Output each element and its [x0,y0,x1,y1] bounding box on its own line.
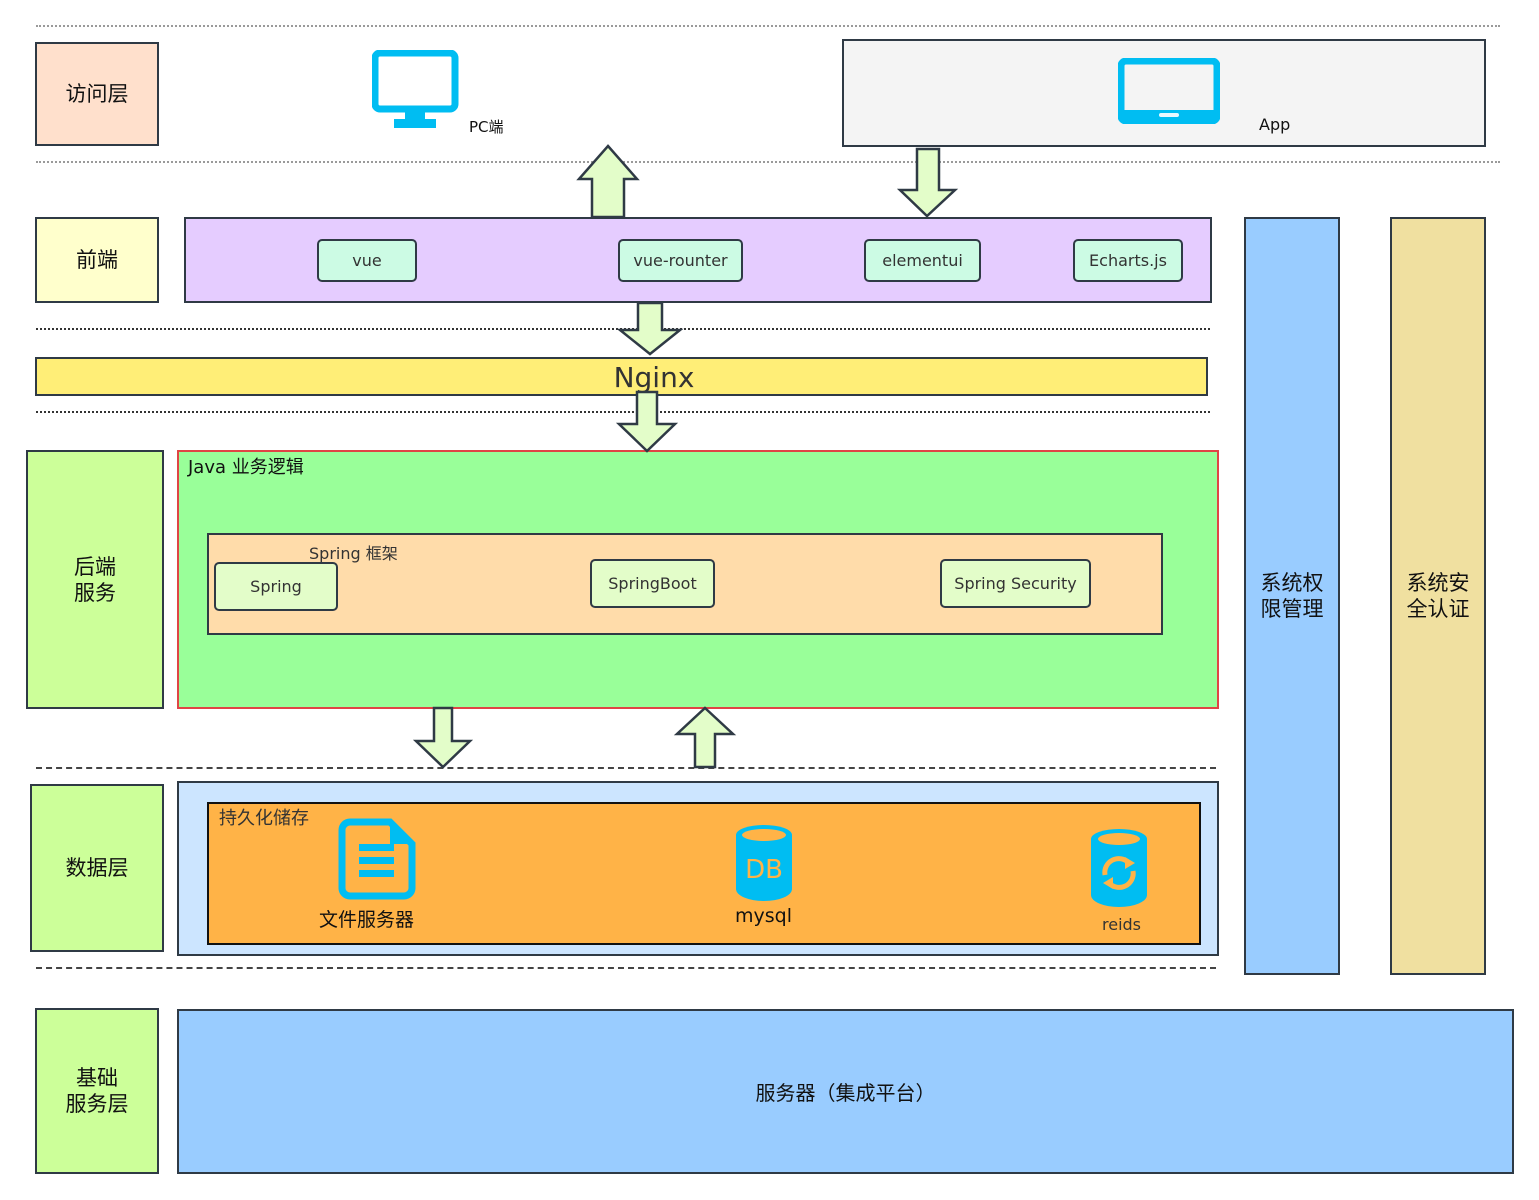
file-server-label: 文件服务器 [319,909,415,931]
arrow-up-icon [673,706,737,769]
security-authentication: 系统安 全认证 [1390,217,1486,975]
layer-label-frontend: 前端 [35,217,159,303]
layer-label-text: 访问层 [65,82,129,106]
layer-label-access: 访问层 [35,42,159,146]
frontend-item-elementui: elementui [864,239,981,282]
spring-item-label: Spring Security [954,574,1077,593]
database-sync-icon [1091,829,1147,907]
java-business-logic: Java 业务逻辑 Spring 框架 Spring SpringBoot Sp… [177,450,1219,709]
frontend-item-label: vue [352,251,382,270]
layer-label-text: 数据层 [65,856,129,880]
mysql-label: mysql [735,905,792,927]
frontend-band: vue vue-rounter elementui Echarts.js [184,217,1212,303]
data-outer-panel: 持久化储存 文件服务器 DB mysql reids [177,781,1219,956]
spring-item-security: Spring Security [940,559,1091,608]
tablet-icon [1118,58,1220,124]
layer-label-text: 后端 服务 [74,554,116,605]
permission-management: 系统权 限管理 [1244,217,1340,975]
arrow-down-icon [896,147,959,218]
layer-label-infra: 基础 服务层 [35,1008,159,1174]
separator-line [36,25,1500,27]
redis-label: reids [1102,915,1142,934]
spring-framework-title: Spring 框架 [309,544,398,563]
frontend-item-echarts: Echarts.js [1073,239,1183,282]
separator-line [36,161,1500,163]
pc-client: PC端 [372,50,512,140]
arrow-down-icon [616,301,684,356]
arrow-up-icon [576,144,640,219]
pc-label: PC端 [469,118,504,136]
spring-item-springboot: SpringBoot [590,559,715,608]
separator-line [36,967,1216,969]
persistent-storage: 持久化储存 文件服务器 DB mysql reids [207,802,1201,945]
frontend-item-vue: vue [317,239,417,282]
permission-management-label: 系统权 限管理 [1260,571,1324,621]
arrow-down-icon [412,706,474,769]
persistent-storage-title: 持久化储存 [219,808,309,829]
monitor-icon [372,50,459,128]
layer-label-data: 数据层 [30,784,164,952]
layer-label-text: 前端 [76,248,118,272]
nginx-label: Nginx [613,361,695,394]
layer-label-text: 基础 服务层 [65,1066,129,1116]
spring-framework: Spring 框架 Spring SpringBoot Spring Secur… [207,533,1163,635]
spring-item-label: SpringBoot [608,574,697,593]
frontend-item-vue-router: vue-rounter [618,239,743,282]
arrow-down-icon [615,390,679,453]
document-icon [338,818,416,900]
security-authentication-label: 系统安 全认证 [1406,571,1470,621]
frontend-item-label: elementui [882,251,963,270]
server-platform: 服务器（集成平台） [177,1009,1514,1174]
layer-label-backend: 后端 服务 [26,450,164,709]
database-icon-text: DB [745,855,783,885]
server-platform-label: 服务器（集成平台） [755,1081,936,1105]
spring-item-spring: Spring [214,562,338,611]
frontend-item-label: vue-rounter [633,251,728,270]
database-icon: DB [736,825,792,901]
app-label: App [1259,115,1291,134]
spring-item-label: Spring [250,577,302,596]
frontend-item-label: Echarts.js [1089,251,1167,270]
separator-line [36,767,1216,769]
java-title: Java 业务逻辑 [188,457,304,478]
app-client-panel: App [842,39,1486,147]
